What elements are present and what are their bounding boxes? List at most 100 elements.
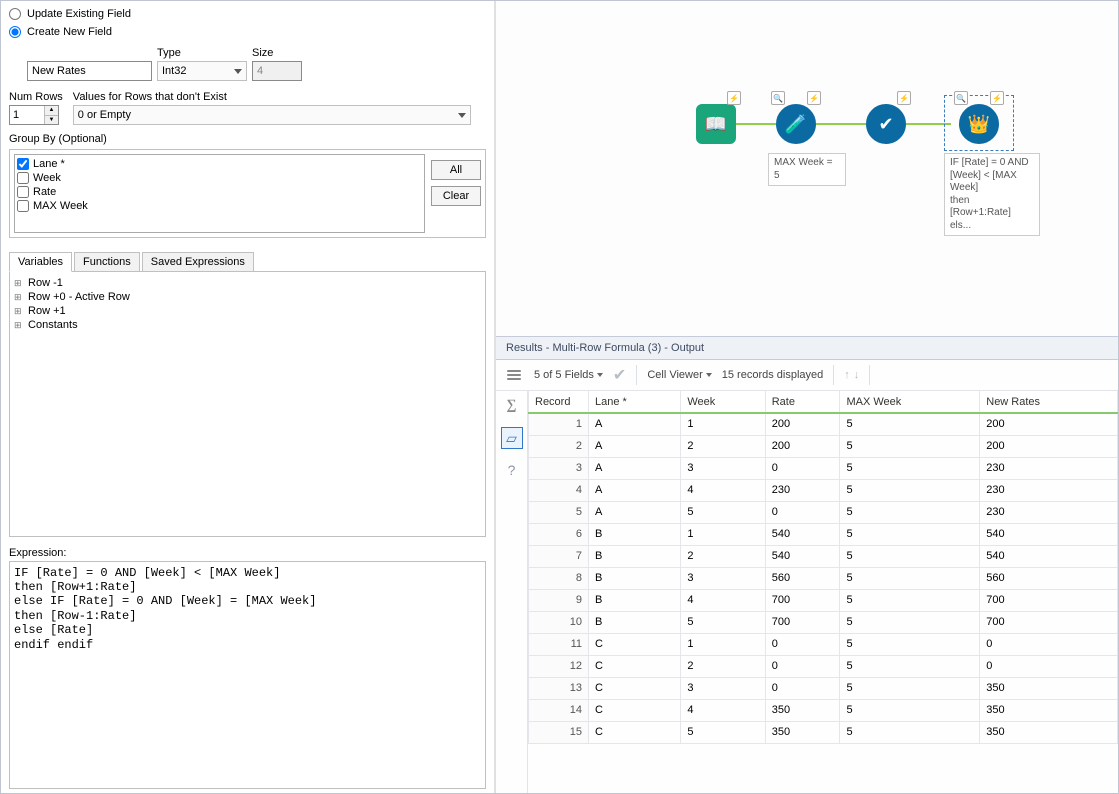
cell-viewer-dropdown[interactable]: Cell Viewer (647, 369, 711, 381)
table-cell: 13 (529, 677, 589, 699)
fields-dropdown[interactable]: 5 of 5 Fields (534, 369, 603, 381)
table-cell: 8 (529, 567, 589, 589)
all-button[interactable]: All (431, 160, 481, 180)
chevron-down-icon (706, 373, 712, 377)
new-field-name-input[interactable] (27, 61, 152, 81)
groupby-item-label: MAX Week (33, 200, 88, 212)
table-row[interactable]: 3A305230 (529, 457, 1118, 479)
table-cell: 200 (765, 413, 840, 435)
clear-button[interactable]: Clear (431, 186, 481, 206)
table-cell: 0 (765, 633, 840, 655)
text-input-tool[interactable]: ⚡📖 (696, 104, 736, 144)
table-cell: 560 (980, 567, 1118, 589)
tree-node[interactable]: Row -1 (14, 276, 481, 290)
table-cell: 5 (681, 611, 765, 633)
workflow-canvas[interactable]: ⚡📖 🔍⚡🧪 ⚡✔ 🔍⚡👑 MAX Week = 5 IF [Rate] = 0… (496, 1, 1118, 336)
table-row[interactable]: 15C53505350 (529, 721, 1118, 743)
numrows-input[interactable]: ▲▼ (9, 105, 59, 125)
groupby-item[interactable]: MAX Week (17, 199, 422, 213)
formula-annotation: IF [Rate] = 0 AND [Week] < [MAX Week] th… (944, 153, 1040, 236)
type-select[interactable]: Int32 (157, 61, 247, 81)
table-row[interactable]: 6B15405540 (529, 523, 1118, 545)
variables-tree[interactable]: Row -1Row +0 - Active RowRow +1Constants (9, 272, 486, 536)
numrows-up[interactable]: ▲ (45, 106, 58, 116)
valuesfor-label: Values for Rows that don't Exist (73, 91, 486, 103)
table-row[interactable]: 10B57005700 (529, 611, 1118, 633)
numrows-down[interactable]: ▼ (45, 116, 58, 125)
table-cell: 5 (840, 501, 980, 523)
groupby-item[interactable]: Lane * (17, 157, 422, 171)
magnify-icon: 🔍 (771, 91, 785, 105)
table-cell: 0 (765, 501, 840, 523)
size-input (252, 61, 302, 81)
column-header[interactable]: MAX Week (840, 391, 980, 413)
up-arrow-icon[interactable]: ↑ (844, 369, 850, 381)
table-cell: 540 (765, 545, 840, 567)
table-cell: B (589, 589, 681, 611)
table-row[interactable]: 4A42305230 (529, 479, 1118, 501)
tree-node[interactable]: Row +1 (14, 304, 481, 318)
table-cell: A (589, 435, 681, 457)
check-icon[interactable]: ✔ (613, 365, 626, 385)
table-row[interactable]: 14C43505350 (529, 699, 1118, 721)
groupby-item[interactable]: Week (17, 171, 422, 185)
magnify-icon: 🔍 (954, 91, 968, 105)
table-cell: 230 (980, 457, 1118, 479)
groupby-checkbox[interactable] (17, 158, 29, 170)
column-header[interactable]: Record (529, 391, 589, 413)
table-cell: 5 (840, 457, 980, 479)
table-cell: 4 (681, 589, 765, 611)
groupby-checkbox[interactable] (17, 172, 29, 184)
table-cell: 350 (980, 699, 1118, 721)
layout-icon[interactable] (504, 365, 524, 385)
table-cell: 9 (529, 589, 589, 611)
column-header[interactable]: New Rates (980, 391, 1118, 413)
help-icon[interactable]: ? (501, 459, 523, 481)
table-row[interactable]: 8B35605560 (529, 567, 1118, 589)
table-cell: 700 (765, 611, 840, 633)
column-header[interactable]: Rate (765, 391, 840, 413)
tree-node[interactable]: Row +0 - Active Row (14, 290, 481, 304)
table-row[interactable]: 7B25405540 (529, 545, 1118, 567)
table-row[interactable]: 9B47005700 (529, 589, 1118, 611)
tab-variables[interactable]: Variables (9, 252, 72, 272)
valuesfor-select[interactable]: 0 or Empty (73, 105, 471, 125)
column-header[interactable]: Lane * (589, 391, 681, 413)
table-row[interactable]: 1A12005200 (529, 413, 1118, 435)
column-header[interactable]: Week (681, 391, 765, 413)
table-row[interactable]: 12C2050 (529, 655, 1118, 677)
multi-row-formula-tool[interactable]: 🔍⚡👑 (959, 104, 999, 144)
down-arrow-icon[interactable]: ↓ (854, 369, 860, 381)
table-row[interactable]: 2A22005200 (529, 435, 1118, 457)
table-cell: 560 (765, 567, 840, 589)
table-cell: 200 (765, 435, 840, 457)
select-tool[interactable]: ⚡✔ (866, 104, 906, 144)
update-existing-radio[interactable] (9, 8, 21, 20)
groupby-checkbox[interactable] (17, 186, 29, 198)
table-cell: 4 (681, 699, 765, 721)
table-cell: A (589, 413, 681, 435)
numrows-value[interactable] (10, 106, 44, 124)
groupby-list[interactable]: Lane *WeekRateMAX Week (14, 154, 425, 233)
tree-node[interactable]: Constants (14, 318, 481, 332)
summarize-tool[interactable]: 🔍⚡🧪 (776, 104, 816, 144)
groupby-item-label: Week (33, 172, 61, 184)
summarize-annotation: MAX Week = 5 (768, 153, 846, 186)
data-icon[interactable]: ▱ (501, 427, 523, 449)
separator (833, 365, 834, 385)
table-row[interactable]: 5A505230 (529, 501, 1118, 523)
tab-saved-expressions[interactable]: Saved Expressions (142, 252, 254, 271)
connector (816, 123, 866, 125)
table-row[interactable]: 11C1050 (529, 633, 1118, 655)
create-new-radio[interactable] (9, 26, 21, 38)
sigma-icon[interactable]: ∑ (501, 395, 523, 417)
groupby-item[interactable]: Rate (17, 185, 422, 199)
table-cell: 0 (980, 655, 1118, 677)
table-cell: 5 (840, 435, 980, 457)
table-row[interactable]: 13C305350 (529, 677, 1118, 699)
groupby-checkbox[interactable] (17, 200, 29, 212)
expression-editor[interactable]: IF [Rate] = 0 AND [Week] < [MAX Week] th… (9, 561, 486, 789)
table-cell: 200 (980, 435, 1118, 457)
lightning-icon: ⚡ (897, 91, 911, 105)
tab-functions[interactable]: Functions (74, 252, 140, 271)
